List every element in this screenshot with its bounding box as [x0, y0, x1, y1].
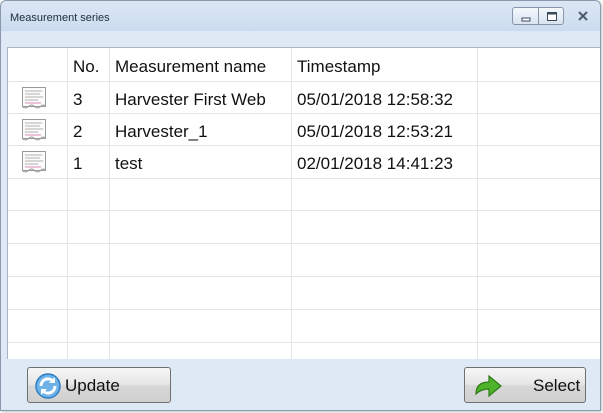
minimize-button[interactable]	[512, 7, 539, 25]
row-timestamp: 02/01/2018 14:41:23	[297, 154, 453, 173]
update-button-label: Update	[65, 376, 120, 395]
window-title: Measurement series	[10, 12, 110, 24]
row-timestamp: 05/01/2018 12:58:32	[297, 90, 453, 109]
select-button-label: Select	[533, 376, 581, 395]
row-no: 3	[73, 90, 83, 109]
maximize-icon	[547, 12, 557, 21]
row-measurement-name: test	[115, 154, 143, 173]
close-icon	[578, 11, 588, 21]
arrow-right-icon	[475, 374, 502, 398]
maximize-button[interactable]	[538, 7, 564, 25]
measurement-table: No. Measurement name Timestamp 3 Harvest…	[7, 47, 600, 359]
measurement-series-window: Measurement series No. Measurement name …	[0, 0, 601, 411]
document-icon	[22, 87, 46, 109]
update-button[interactable]: Update	[27, 367, 171, 403]
select-button[interactable]: Select	[464, 367, 586, 403]
row-measurement-name: Harvester_1	[115, 122, 208, 141]
row-timestamp: 05/01/2018 12:53:21	[297, 122, 453, 141]
close-button[interactable]	[569, 7, 595, 25]
document-icon	[22, 119, 46, 141]
document-icon	[22, 151, 46, 173]
title-bar[interactable]: Measurement series	[1, 1, 600, 31]
column-header-no[interactable]: No.	[73, 57, 99, 77]
row-measurement-name: Harvester First Web	[115, 90, 266, 109]
row-no: 1	[73, 154, 83, 173]
refresh-icon	[35, 373, 61, 399]
row-no: 2	[73, 122, 83, 141]
column-header-timestamp[interactable]: Timestamp	[297, 57, 380, 77]
column-header-measurement-name[interactable]: Measurement name	[115, 57, 266, 77]
minimize-icon	[521, 17, 531, 22]
